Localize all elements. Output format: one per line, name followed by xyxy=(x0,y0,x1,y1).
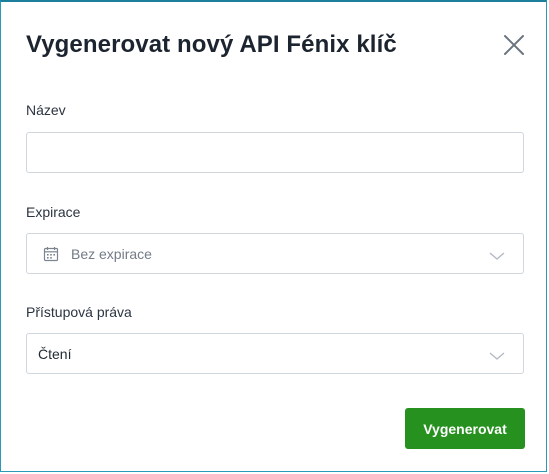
chevron-down-icon xyxy=(489,348,505,360)
expiration-label: Expirace xyxy=(26,204,81,220)
calendar-icon xyxy=(43,246,59,262)
expiration-select[interactable]: Bez expirace xyxy=(26,233,524,274)
chevron-down-icon xyxy=(489,248,505,260)
name-label: Název xyxy=(26,102,66,118)
generate-api-key-dialog: Vygenerovat nový API Fénix klíč Název Ex… xyxy=(0,0,547,472)
permissions-label: Přístupová práva xyxy=(26,304,132,320)
permissions-select[interactable]: Čtení xyxy=(26,333,524,374)
name-input[interactable] xyxy=(27,133,523,172)
close-icon[interactable] xyxy=(501,32,527,58)
dialog-title: Vygenerovat nový API Fénix klíč xyxy=(26,31,397,58)
permissions-value: Čtení xyxy=(38,346,72,362)
name-field[interactable] xyxy=(26,132,524,173)
generate-button[interactable]: Vygenerovat xyxy=(405,408,525,449)
expiration-value: Bez expirace xyxy=(71,246,152,262)
